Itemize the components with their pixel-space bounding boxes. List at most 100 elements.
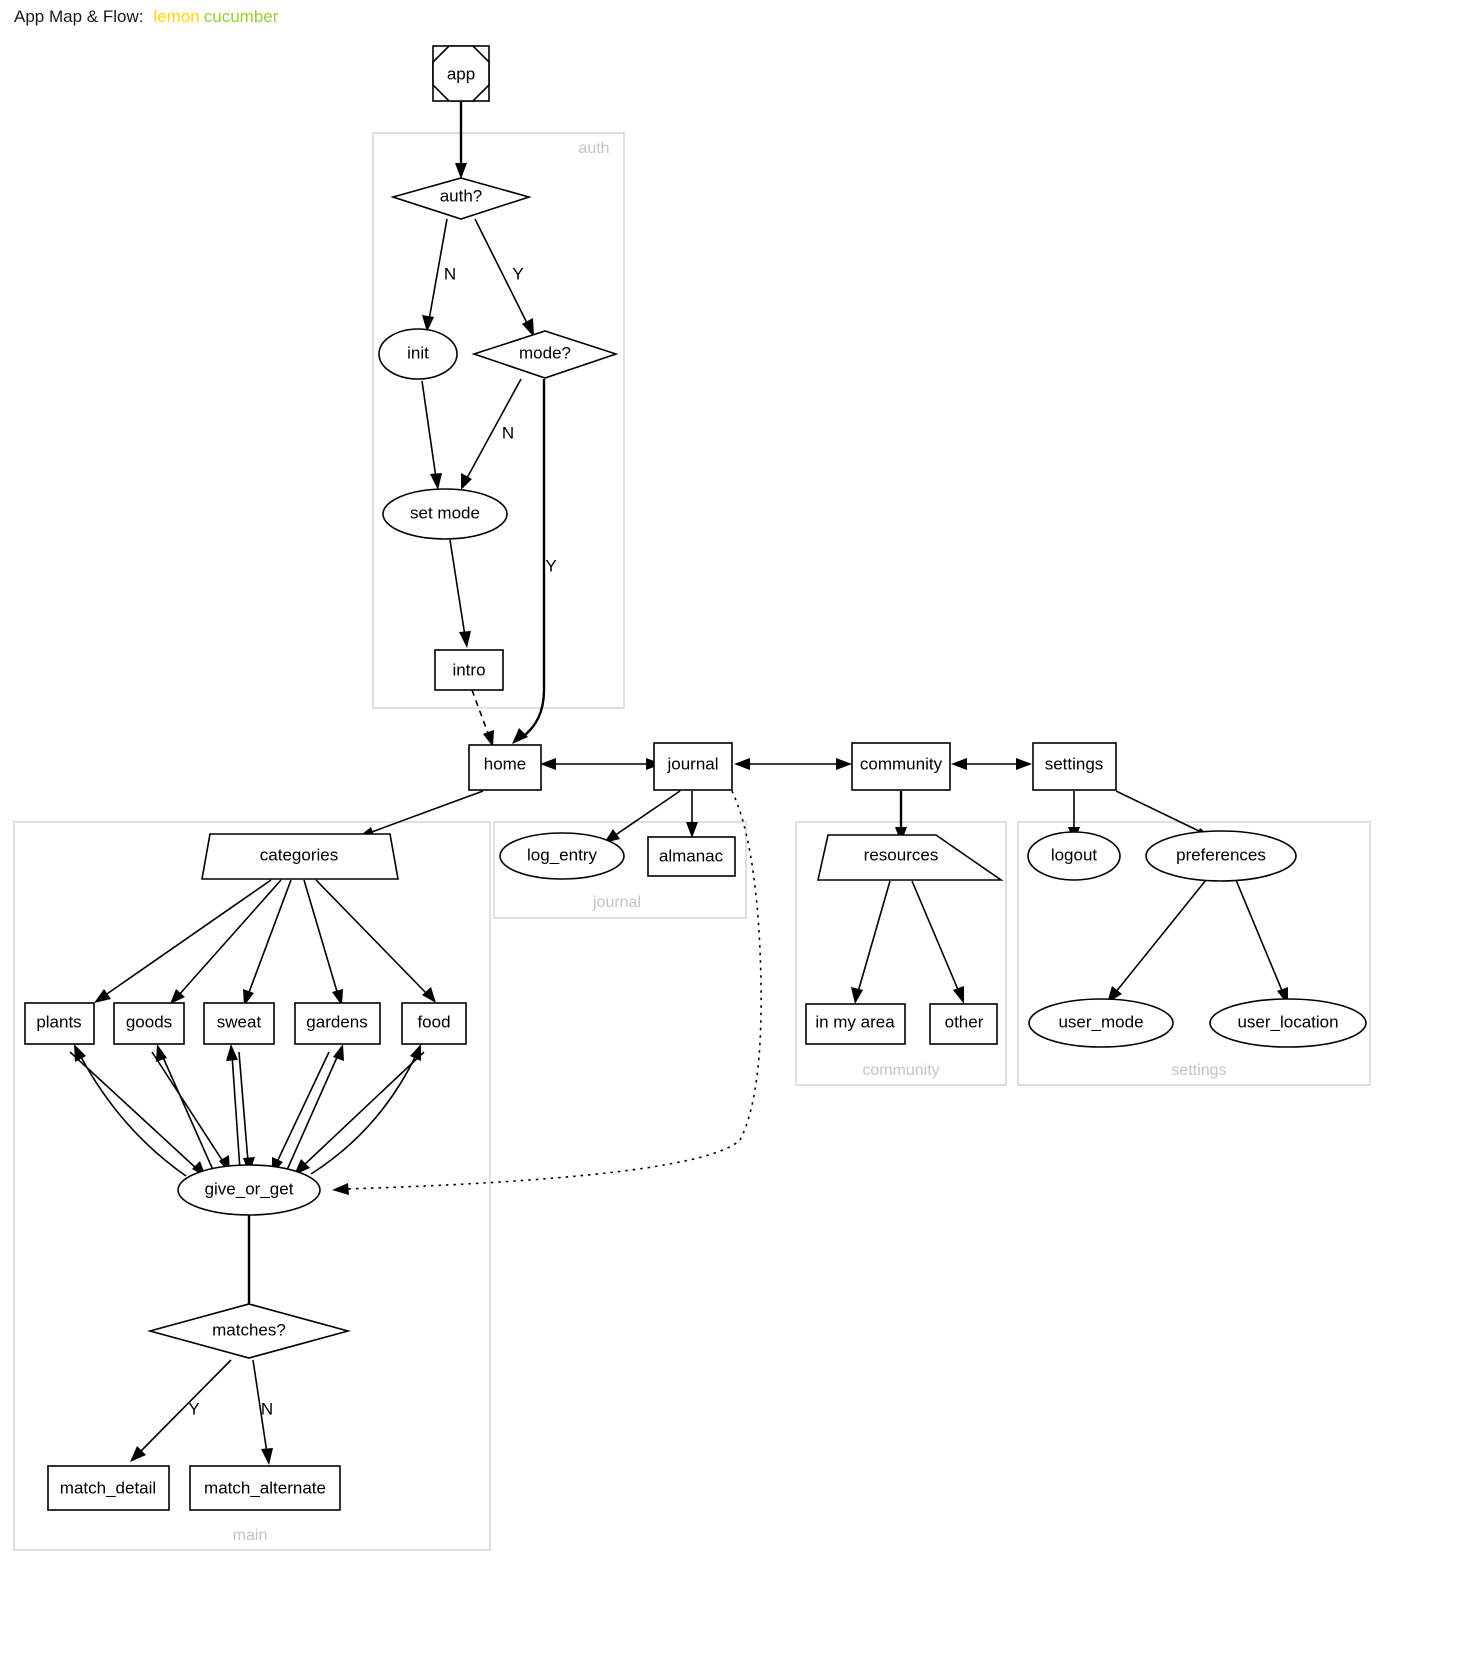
node-other[interactable]: other xyxy=(929,1003,998,1045)
edge-categories-gardens xyxy=(303,879,343,1006)
node-init[interactable]: init xyxy=(378,328,458,380)
edge-giveorget-goods xyxy=(156,1044,214,1171)
node-preferences-label: preferences xyxy=(1176,845,1266,864)
edge-setmode-intro xyxy=(449,539,471,648)
edge-label-auth-n: N xyxy=(444,264,456,283)
edge-label-matches-n: N xyxy=(261,1399,273,1418)
node-community[interactable]: community xyxy=(851,742,951,791)
node-goods[interactable]: goods xyxy=(113,1002,185,1045)
edge-gardens-giveorget xyxy=(272,1051,330,1174)
edge-categories-plants xyxy=(94,879,272,1003)
edge-categories-food xyxy=(315,879,436,1003)
node-food-label: food xyxy=(417,1012,450,1031)
nodes-layer: app auth? init mode? set mode intro home… xyxy=(24,45,1367,1511)
edge-auth-init: N xyxy=(422,218,456,332)
node-user-mode-label: user_mode xyxy=(1058,1012,1143,1031)
node-sweat-label: sweat xyxy=(217,1012,262,1031)
node-mode-question-label: mode? xyxy=(519,343,571,362)
edge-community-settings xyxy=(951,758,1032,770)
node-sweat[interactable]: sweat xyxy=(203,1002,275,1045)
cluster-settings-label: settings xyxy=(1171,1062,1226,1079)
node-auth-question-label: auth? xyxy=(440,186,483,205)
cluster-main-label: main xyxy=(233,1527,268,1544)
edge-journal-community xyxy=(734,758,852,770)
node-categories[interactable]: categories xyxy=(201,833,399,880)
edge-giveorget-plants xyxy=(74,1044,187,1177)
edge-journal-almanac xyxy=(686,791,698,838)
node-community-label: community xyxy=(860,754,943,773)
node-matches-question[interactable]: matches? xyxy=(146,1303,352,1359)
edge-intro-home xyxy=(471,689,494,747)
edge-resources-inmyarea xyxy=(851,880,891,1004)
edge-app-auth xyxy=(455,101,467,179)
edge-auth-mode: Y xyxy=(474,218,534,337)
node-almanac[interactable]: almanac xyxy=(647,836,736,877)
node-almanac-label: almanac xyxy=(659,846,724,865)
node-journal-label: journal xyxy=(666,754,718,773)
node-intro-label: intro xyxy=(452,660,485,679)
node-settings-label: settings xyxy=(1045,754,1104,773)
node-home-label: home xyxy=(484,754,527,773)
edge-mode-home: Y xyxy=(512,379,557,744)
node-app[interactable]: app xyxy=(432,45,490,102)
node-resources[interactable]: resources xyxy=(817,834,1004,881)
node-app-label: app xyxy=(447,64,475,83)
node-settings[interactable]: settings xyxy=(1032,742,1117,791)
node-match-alternate[interactable]: match_alternate xyxy=(189,1465,341,1511)
cluster-community-label: community xyxy=(862,1062,939,1079)
edge-giveorget-gardens xyxy=(286,1044,344,1171)
node-auth-question[interactable]: auth? xyxy=(390,177,532,220)
edge-mode-setmode: N xyxy=(461,378,522,490)
edge-home-journal xyxy=(540,758,662,770)
edge-categories-goods xyxy=(170,879,282,1004)
edge-sweat-giveorget xyxy=(238,1051,255,1174)
node-plants[interactable]: plants xyxy=(24,1002,95,1045)
edge-label-matches-y: Y xyxy=(188,1399,199,1418)
node-init-label: init xyxy=(407,343,429,362)
edge-preferences-userlocation xyxy=(1235,879,1288,1005)
edge-matches-matchdetail: Y xyxy=(130,1359,232,1462)
edge-food-giveorget xyxy=(294,1051,425,1175)
node-match-alternate-label: match_alternate xyxy=(204,1478,326,1497)
edge-label-mode-n: N xyxy=(502,423,514,442)
edge-journal-logentry xyxy=(604,790,681,843)
edge-giveorget-sweat xyxy=(226,1044,241,1171)
node-log-entry[interactable]: log_entry xyxy=(499,832,625,880)
edge-home-categories xyxy=(357,790,484,838)
node-log-entry-label: log_entry xyxy=(527,845,597,864)
node-match-detail-label: match_detail xyxy=(60,1478,156,1497)
node-resources-label: resources xyxy=(864,845,939,864)
edge-preferences-usermode xyxy=(1107,879,1207,1003)
node-food[interactable]: food xyxy=(401,1002,467,1045)
edge-categories-sweat xyxy=(243,879,292,1006)
node-gardens-label: gardens xyxy=(306,1012,367,1031)
node-in-my-area[interactable]: in my area xyxy=(805,1003,906,1045)
node-set-mode-label: set mode xyxy=(410,503,480,522)
edge-resources-other xyxy=(911,880,964,1004)
edge-giveorget-food xyxy=(310,1044,421,1175)
node-user-location-label: user_location xyxy=(1237,1012,1338,1031)
node-set-mode[interactable]: set mode xyxy=(382,488,508,540)
edge-goods-giveorget xyxy=(151,1051,230,1174)
node-intro[interactable]: intro xyxy=(434,649,504,691)
node-mode-question[interactable]: mode? xyxy=(471,330,619,379)
node-categories-label: categories xyxy=(260,845,338,864)
flowchart-canvas: auth main journal community settings N Y… xyxy=(13,45,1371,1551)
node-preferences[interactable]: preferences xyxy=(1145,830,1297,882)
edge-init-setmode xyxy=(421,380,442,490)
node-logout[interactable]: logout xyxy=(1027,831,1121,881)
node-give-or-get-label: give_or_get xyxy=(205,1179,294,1198)
edge-label-auth-y: Y xyxy=(512,264,523,283)
node-give-or-get[interactable]: give_or_get xyxy=(177,1164,321,1216)
node-user-mode[interactable]: user_mode xyxy=(1028,998,1174,1048)
node-journal[interactable]: journal xyxy=(653,742,733,791)
node-plants-label: plants xyxy=(36,1012,81,1031)
node-user-location[interactable]: user_location xyxy=(1209,998,1367,1048)
node-logout-label: logout xyxy=(1051,845,1098,864)
node-home[interactable]: home xyxy=(468,744,542,791)
node-gardens[interactable]: gardens xyxy=(294,1002,381,1045)
node-matches-question-label: matches? xyxy=(212,1320,286,1339)
node-other-label: other xyxy=(945,1012,984,1031)
node-match-detail[interactable]: match_detail xyxy=(47,1465,170,1511)
cluster-journal-label: journal xyxy=(592,894,641,911)
